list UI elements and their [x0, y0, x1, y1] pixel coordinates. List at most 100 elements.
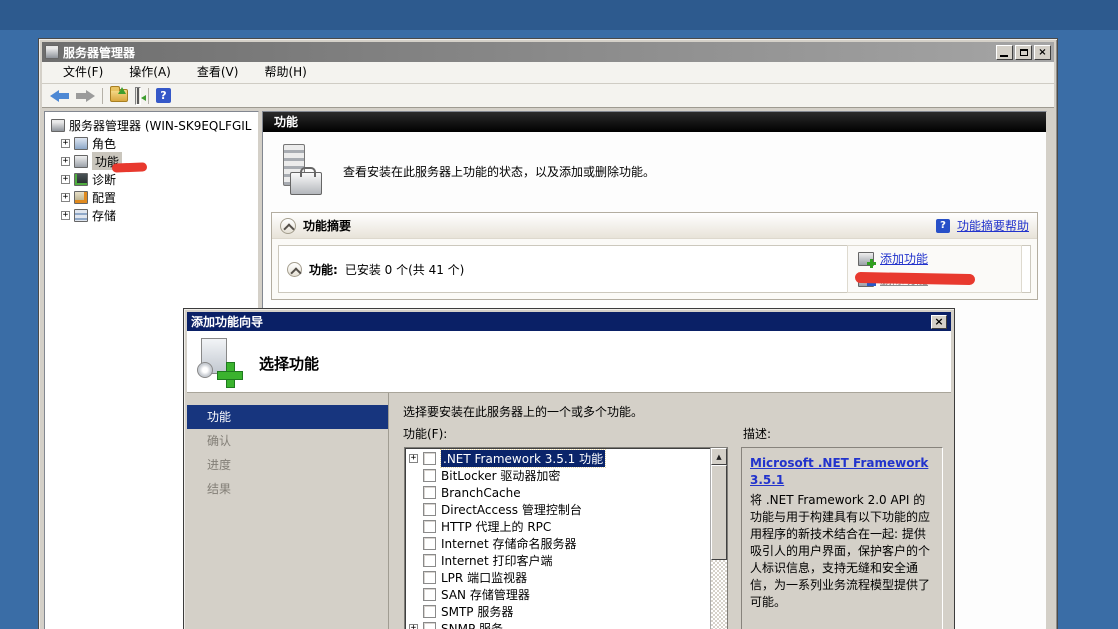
wizard-content: 选择要安装在此服务器上的一个或多个功能。 功能(F): + .NET Frame…: [391, 393, 951, 629]
tree-item-label: 诊断: [92, 171, 116, 188]
wizard-step-progress[interactable]: 进度: [187, 453, 388, 477]
feature-label-selected[interactable]: .NET Framework 3.5.1 功能: [441, 450, 605, 467]
tree-item-label: 配置: [92, 189, 116, 206]
forward-icon[interactable]: [76, 90, 95, 102]
feature-label[interactable]: SNMP 服务: [441, 620, 503, 629]
feature-label[interactable]: Internet 存储命名服务器: [441, 535, 576, 552]
scroll-up-icon[interactable]: ▲: [711, 448, 727, 465]
features-list-label: 功能(F):: [403, 425, 447, 442]
feature-label[interactable]: SMTP 服务器: [441, 603, 513, 620]
feature-checkbox[interactable]: [423, 605, 436, 618]
expand-icon[interactable]: +: [61, 211, 70, 220]
feature-label[interactable]: DirectAccess 管理控制台: [441, 501, 582, 518]
console-window-button[interactable]: [135, 87, 141, 105]
scrollbar[interactable]: ▲: [710, 448, 727, 629]
server-icon: [51, 119, 65, 132]
feature-checkbox[interactable]: [423, 588, 436, 601]
expand-icon[interactable]: +: [409, 624, 418, 629]
title-bar[interactable]: 服务器管理器 ×: [42, 42, 1054, 62]
features-intro: 查看安装在此服务器上功能的状态，以及添加或删除功能。: [263, 132, 1046, 210]
features-count-label: 功能:: [309, 261, 338, 278]
feature-row[interactable]: BranchCache: [405, 484, 727, 501]
description-label: 描述:: [743, 425, 771, 442]
tree-root-label: 服务器管理器 (WIN-SK9EQLFGIL: [69, 117, 251, 134]
features-count-value: 已安装 0 个(共 41 个): [345, 261, 465, 278]
tree-item-storage[interactable]: + 存储: [45, 206, 258, 224]
feature-row[interactable]: BitLocker 驱动器加密: [405, 467, 727, 484]
tree-item-label: 角色: [92, 135, 116, 152]
add-features-wizard: 添加功能向导 × 选择功能 功能 确认 进度 结果 选择要安装在此服务器上的一个…: [183, 308, 955, 629]
help-icon[interactable]: ?: [156, 88, 171, 103]
feature-checkbox[interactable]: [423, 537, 436, 550]
feature-row[interactable]: LPR 端口监视器: [405, 569, 727, 586]
summary-header: 功能摘要 ? 功能摘要帮助: [272, 213, 1037, 239]
tree-item-configuration[interactable]: + 配置: [45, 188, 258, 206]
feature-checkbox[interactable]: [423, 469, 436, 482]
feature-label[interactable]: BitLocker 驱动器加密: [441, 467, 560, 484]
feature-checkbox[interactable]: [423, 503, 436, 516]
feature-row[interactable]: SMTP 服务器: [405, 603, 727, 620]
maximize-button[interactable]: [1015, 45, 1032, 60]
minimize-button[interactable]: [996, 45, 1013, 60]
menu-file[interactable]: 文件(F): [50, 62, 116, 83]
dialog-page-title: 选择功能: [259, 353, 319, 374]
tree-item-diagnostics[interactable]: + 诊断: [45, 170, 258, 188]
red-annotation-features-tree: [112, 162, 147, 172]
wizard-step-features[interactable]: 功能: [187, 405, 388, 429]
expand-icon[interactable]: +: [61, 157, 70, 166]
feature-label[interactable]: HTTP 代理上的 RPC: [441, 518, 551, 535]
summary-help-link[interactable]: 功能摘要帮助: [957, 217, 1029, 234]
pane-header: 功能: [263, 112, 1046, 132]
feature-checkbox[interactable]: [423, 486, 436, 499]
feature-checkbox[interactable]: [423, 571, 436, 584]
dialog-banner: 选择功能: [187, 331, 951, 393]
tree-item-roles[interactable]: + 角色: [45, 134, 258, 152]
back-icon[interactable]: [50, 90, 69, 102]
feature-row[interactable]: HTTP 代理上的 RPC: [405, 518, 727, 535]
close-button[interactable]: ×: [1034, 45, 1051, 60]
window-title: 服务器管理器: [63, 44, 994, 61]
collapse-chevron-icon[interactable]: [287, 262, 302, 277]
expand-icon[interactable]: +: [61, 193, 70, 202]
wizard-step-results[interactable]: 结果: [187, 477, 388, 501]
feature-label[interactable]: SAN 存储管理器: [441, 586, 530, 603]
features-listbox[interactable]: + .NET Framework 3.5.1 功能 BitLocker 驱动器加…: [404, 447, 728, 629]
menu-view[interactable]: 查看(V): [184, 62, 252, 83]
app-icon: [45, 45, 59, 59]
feature-checkbox[interactable]: [423, 554, 436, 567]
feature-row[interactable]: + SNMP 服务: [405, 620, 727, 629]
feature-row[interactable]: SAN 存储管理器: [405, 586, 727, 603]
minimize-icon: [1000, 55, 1008, 57]
expand-icon[interactable]: +: [409, 454, 418, 463]
features-icon: [74, 155, 88, 168]
collapse-chevron-icon[interactable]: [280, 218, 296, 234]
add-features-link[interactable]: 添加功能: [880, 250, 928, 267]
menu-help[interactable]: 帮助(H): [251, 62, 319, 83]
feature-label[interactable]: LPR 端口监视器: [441, 569, 527, 586]
feature-checkbox[interactable]: [423, 452, 436, 465]
feature-row[interactable]: DirectAccess 管理控制台: [405, 501, 727, 518]
feature-label[interactable]: BranchCache: [441, 486, 521, 500]
dialog-title: 添加功能向导: [191, 313, 931, 330]
feature-row[interactable]: + .NET Framework 3.5.1 功能: [405, 450, 727, 467]
show-console-tree-icon[interactable]: [110, 89, 128, 102]
expand-icon[interactable]: +: [61, 139, 70, 148]
menu-action[interactable]: 操作(A): [116, 62, 184, 83]
scrollbar-thumb[interactable]: [711, 465, 727, 560]
add-features-row: 添加功能: [858, 250, 1011, 267]
feature-checkbox[interactable]: [423, 622, 436, 629]
toolbar: ?: [42, 84, 1054, 108]
help-icon: ?: [936, 219, 950, 233]
tree-item-features[interactable]: + 功能: [45, 152, 258, 170]
feature-row[interactable]: Internet 打印客户端: [405, 552, 727, 569]
feature-row[interactable]: Internet 存储命名服务器: [405, 535, 727, 552]
tree-root-server-manager[interactable]: 服务器管理器 (WIN-SK9EQLFGIL: [45, 116, 258, 134]
dialog-close-button[interactable]: ×: [931, 315, 947, 329]
dialog-title-bar[interactable]: 添加功能向导 ×: [187, 312, 951, 331]
feature-label[interactable]: Internet 打印客户端: [441, 552, 552, 569]
expand-icon[interactable]: +: [61, 175, 70, 184]
wizard-step-confirm[interactable]: 确认: [187, 429, 388, 453]
feature-checkbox[interactable]: [423, 520, 436, 533]
description-link[interactable]: Microsoft .NET Framework 3.5.1: [750, 455, 934, 489]
diagnostics-icon: [74, 173, 88, 186]
